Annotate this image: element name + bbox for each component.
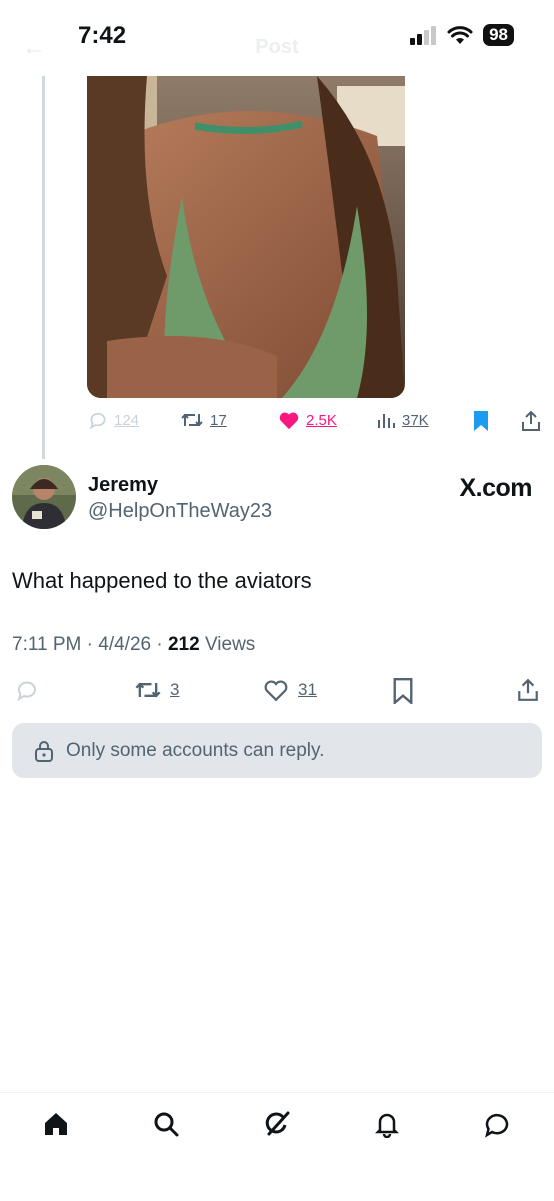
repost-button[interactable]: 3 [134, 678, 179, 702]
tweet-date[interactable]: 4/4/26 [98, 634, 151, 655]
repost-icon [135, 682, 161, 698]
reply-icon [89, 412, 106, 430]
post-header: ← Post [0, 34, 554, 64]
heart-icon [264, 680, 288, 702]
meta-separator: · [86, 634, 93, 655]
tweet-meta: 7:11 PM · 4/4/26 · 212 Views [12, 634, 255, 656]
share-icon [522, 410, 540, 431]
thread-connector [42, 76, 45, 459]
search-icon[interactable] [151, 1109, 181, 1139]
heart-filled-icon [279, 412, 299, 430]
bookmark-icon [393, 678, 413, 704]
header-title: Post [255, 36, 299, 58]
avatar-image [12, 465, 76, 529]
reply-restriction-text: Only some accounts can reply. [66, 739, 325, 761]
like-button[interactable]: 31 [262, 678, 317, 702]
meta-separator: · [156, 634, 163, 655]
notifications-icon[interactable] [372, 1109, 402, 1139]
author-handle[interactable]: @HelpOnTheWay23 [88, 500, 272, 523]
bookmark-filled-icon [474, 411, 488, 431]
share-button[interactable] [516, 678, 540, 702]
views-label: Views [204, 634, 256, 655]
repost-count: 17 [210, 411, 227, 429]
tweet-actions: 3 31 [0, 678, 554, 706]
tweet-time[interactable]: 7:11 PM [12, 634, 81, 655]
views-count: 212 [167, 634, 200, 655]
bookmark-button[interactable] [392, 678, 414, 704]
like-count: 31 [298, 680, 317, 699]
author-name[interactable]: Jeremy [88, 474, 158, 497]
reply-count: 124 [114, 411, 140, 429]
tweet-text: What happened to the aviators [12, 568, 312, 593]
post-photo[interactable] [87, 76, 405, 398]
photo-placeholder [87, 76, 405, 398]
grok-icon[interactable] [262, 1109, 292, 1139]
views-count: 37K [402, 411, 429, 429]
quoted-post-actions: 124 17 2.5K 37K [88, 410, 544, 436]
like-button[interactable]: 2.5K [278, 410, 337, 430]
author-row: Jeremy @HelpOnTheWay23 X.com [0, 462, 554, 532]
repost-button[interactable]: 17 [180, 410, 227, 430]
home-icon[interactable] [41, 1109, 71, 1139]
views-button[interactable]: 37K [376, 410, 429, 430]
lock-icon [34, 739, 54, 763]
reply-button[interactable] [14, 678, 40, 702]
reply-button[interactable]: 124 [88, 410, 139, 430]
repost-count: 3 [170, 680, 180, 699]
reply-icon [17, 681, 36, 702]
x-watermark: X.com [459, 474, 532, 502]
avatar[interactable] [12, 465, 76, 529]
views-icon [378, 414, 395, 428]
share-icon [518, 678, 538, 701]
like-count: 2.5K [306, 411, 337, 429]
repost-icon [181, 413, 203, 427]
bottom-tab-bar [0, 1092, 554, 1201]
reply-restriction-banner: Only some accounts can reply. [12, 723, 542, 778]
bookmark-button[interactable] [472, 410, 490, 432]
share-button[interactable] [520, 410, 542, 432]
messages-icon[interactable] [482, 1109, 512, 1139]
